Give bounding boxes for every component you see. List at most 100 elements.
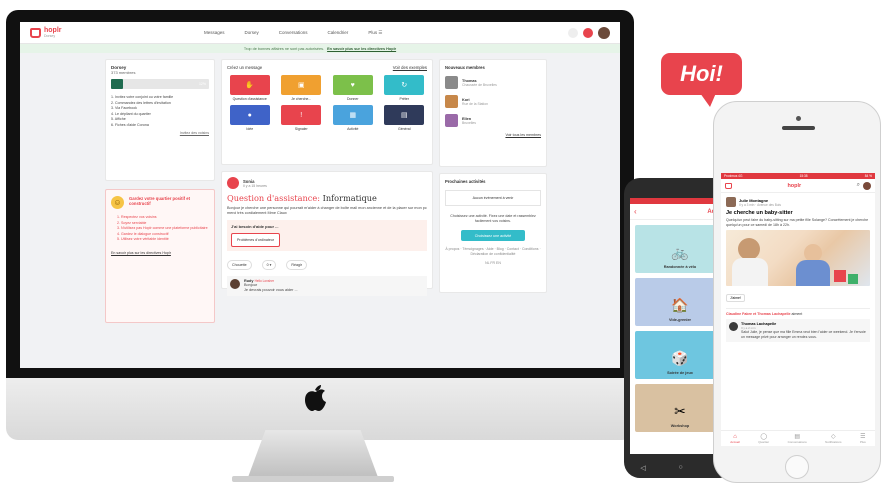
tab-0[interactable]: ⌂ Accueil xyxy=(730,434,740,444)
guidelines-header: ☺ Gardez votre quartier positif et const… xyxy=(111,196,209,209)
author-avatar[interactable] xyxy=(227,177,239,189)
guidelines-title: Gardez votre quartier positif et constru… xyxy=(129,196,190,206)
message-type-icon: ♥ xyxy=(332,75,373,95)
message-type-1[interactable]: ▣ Je cherche... xyxy=(279,75,325,101)
new-member-row[interactable]: Ellen Bruxelles xyxy=(445,114,541,127)
invite-step[interactable]: 6. Fiches d'aide Corona xyxy=(111,123,209,129)
guidelines-list: 1. Respectez vos voisins 2. Soyez servia… xyxy=(117,215,209,243)
clock: 15:38 xyxy=(799,174,808,178)
hoplr-logo[interactable]: hoplr Dorsey xyxy=(30,26,140,38)
message-type-grid: ✋ Question d'assistance ▣ Je cherche... ♥ Don… xyxy=(227,75,427,131)
message-type-6[interactable]: ▦ Activité xyxy=(330,105,376,131)
mobile-post: Julie Montagne Il y a 3 min · Avenue des… xyxy=(721,193,875,346)
likers-names[interactable]: Claudine Fabre et Thomas Lachapelle xyxy=(726,312,791,316)
examples-link[interactable]: Voir des exemples xyxy=(393,65,427,70)
tab-2[interactable]: ▤ Conversations xyxy=(788,434,807,444)
message-type-label: Je cherche... xyxy=(291,97,312,101)
post-time: Il y a 3 min · Avenue des Buis xyxy=(739,202,781,207)
left-column: Dorsey 373 membres 12% 1. Invitez votre … xyxy=(105,59,215,323)
activity-label: Workshop xyxy=(670,424,690,428)
post-photo[interactable] xyxy=(726,230,870,287)
notification-icon[interactable] xyxy=(583,27,593,38)
user-avatar[interactable] xyxy=(863,181,871,190)
react-button[interactable]: Réagir xyxy=(286,260,307,270)
language-switcher[interactable]: NL FR EN xyxy=(445,261,541,265)
post-title: Je cherche un baby-sitter xyxy=(726,210,793,216)
activity-tile[interactable]: 🎲 Soirée de jeux xyxy=(635,331,725,379)
nav-home-icon[interactable]: ○ xyxy=(678,464,682,472)
nav-neighbourhood[interactable]: Dorsey xyxy=(245,30,259,36)
logo-text: hoplr xyxy=(44,26,62,34)
home-button[interactable] xyxy=(785,455,809,479)
member-street: Bruxelles xyxy=(462,120,476,125)
no-activities-box: Aucun événement à venir xyxy=(445,190,541,206)
activity-tile[interactable]: 🚲 Randonnée à vélo xyxy=(635,225,725,273)
footer-links[interactable]: À propos · Témoignages · Aide · Blog · C… xyxy=(445,247,541,257)
message-type-7[interactable]: ▤ Général xyxy=(382,105,428,131)
new-members-list: Thomas Chaussée de Bruxelles Kori Rue de la… xyxy=(445,76,541,127)
tab-4[interactable]: ☰ Plus xyxy=(860,434,866,444)
nav-conversations[interactable]: Conversations xyxy=(279,30,308,36)
message-type-2[interactable]: ♥ Donner xyxy=(330,75,376,101)
message-type-label: Activité xyxy=(347,127,359,131)
tab-label: Plus xyxy=(859,439,866,444)
like-button[interactable]: J'aime! xyxy=(726,294,745,303)
tab-3[interactable]: ◇ Notifications xyxy=(825,434,841,444)
photo-mother-head xyxy=(738,238,760,261)
message-type-0[interactable]: ✋ Question d'assistance xyxy=(227,75,273,101)
help-topic-button[interactable]: Problèmes d'ordinateur xyxy=(231,233,281,247)
search-icon[interactable]: ⌕ xyxy=(857,182,860,189)
nav-messages[interactable]: Messages xyxy=(204,30,225,36)
choose-activity-button[interactable]: Choisissez une activité xyxy=(461,230,525,241)
battery: 84 % xyxy=(864,174,872,178)
member-street: Rue de la Station xyxy=(462,101,489,106)
house-logo-icon xyxy=(30,27,41,38)
all-members-link[interactable]: Voir tous les membres xyxy=(445,133,541,137)
invite-steps: 1. Invitez votre conjoint ou votre famil… xyxy=(111,95,209,128)
activity-icon: 🎲 xyxy=(671,350,689,366)
house-logo-icon[interactable] xyxy=(725,182,732,189)
message-type-3[interactable]: ↻ Prêter xyxy=(382,75,428,101)
banner-link[interactable]: En savoir plus sur les directives Hoplr xyxy=(327,47,396,51)
activity-icon: 🏠 xyxy=(671,297,689,313)
new-member-row[interactable]: Thomas Chaussée de Bruxelles xyxy=(445,76,541,89)
activity-tile[interactable]: 🏠 Vide-grenier xyxy=(635,278,725,326)
commenter-avatar[interactable] xyxy=(729,322,738,332)
nav-back-icon[interactable]: ◁ xyxy=(640,464,645,472)
tab-label: Quartier xyxy=(758,439,770,444)
message-type-icon: ↻ xyxy=(384,75,425,95)
message-type-4[interactable]: ● Idée xyxy=(227,105,273,131)
activity-icon: ✂ xyxy=(674,403,686,419)
new-member-row[interactable]: Kori Rue de la Station xyxy=(445,95,541,108)
guidelines-link[interactable]: En savoir plus sur les directives Hoplr xyxy=(111,251,209,255)
invite-progress-bar: 12% xyxy=(111,79,209,89)
invite-neighbours-link[interactable]: Invitez des voisins xyxy=(111,131,209,135)
post-header: Sonia Il y a 15 heures xyxy=(227,177,427,189)
mobile-comment: Thomas Lachapelle Il y a 2 min Salut Jul… xyxy=(726,319,870,342)
nav-calendar[interactable]: Calendrier xyxy=(328,30,349,36)
new-members-card: Nouveaux membres Thomas Chaussée de Bruxe… xyxy=(439,59,547,167)
post-card: Sonia Il y a 15 heures Question d'assist… xyxy=(221,171,433,296)
message-type-icon: ! xyxy=(281,105,322,125)
user-avatar[interactable] xyxy=(598,26,610,39)
activity-icon: 🚲 xyxy=(671,244,689,260)
nav-more[interactable]: Plus ☰ xyxy=(368,30,382,36)
member-info: Ellen Bruxelles xyxy=(462,117,476,125)
search-icon[interactable] xyxy=(568,27,578,38)
photo-toy-block xyxy=(834,270,846,283)
commenter-avatar[interactable] xyxy=(230,279,240,289)
message-type-5[interactable]: ! Signaler xyxy=(279,105,325,131)
hoi-speech-bubble: Hoi! xyxy=(661,53,742,95)
author-avatar[interactable] xyxy=(726,197,736,207)
member-count: 373 membres xyxy=(111,70,136,75)
iphone-screen: Proximus 4G 15:38 84 % hoplr ⌕ Julie Mon… xyxy=(721,173,875,446)
post-actions: Chouette 0 ▾ Réagir xyxy=(227,260,427,270)
member-info: Kori Rue de la Station xyxy=(462,98,488,106)
create-title: Créez un message xyxy=(227,65,263,70)
message-type-label: Question d'assistance xyxy=(232,97,267,101)
tab-1[interactable]: ◯ Quartier xyxy=(758,434,769,444)
like-button[interactable]: Chouette xyxy=(227,260,252,270)
activity-tile[interactable]: ✂ Workshop xyxy=(635,384,725,432)
back-arrow-icon[interactable]: ‹ xyxy=(634,207,637,216)
reaction-count-button[interactable]: 0 ▾ xyxy=(261,260,277,270)
